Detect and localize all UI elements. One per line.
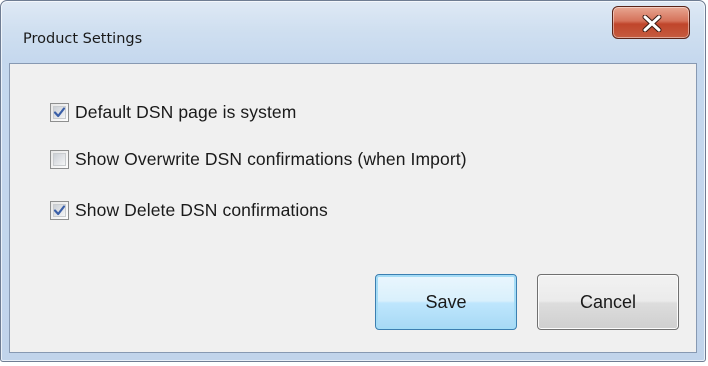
window-title: Product Settings [23, 31, 143, 47]
option-default-dsn-system[interactable]: Default DSN page is system [50, 102, 296, 123]
checkmark-icon [53, 107, 66, 118]
show-overwrite-dsn-checkbox[interactable] [50, 150, 69, 169]
show-delete-dsn-checkbox[interactable] [50, 201, 69, 220]
option-show-delete-dsn[interactable]: Show Delete DSN confirmations [50, 200, 328, 221]
option-label: Default DSN page is system [75, 102, 297, 122]
close-x-icon [642, 15, 662, 32]
option-show-overwrite-dsn[interactable]: Show Overwrite DSN confirmations (when I… [50, 149, 467, 170]
checkmark-icon [53, 205, 66, 216]
save-button[interactable]: Save [375, 274, 517, 330]
option-label: Show Overwrite DSN confirmations (when I… [75, 149, 467, 169]
default-dsn-checkbox[interactable] [50, 103, 69, 122]
option-label: Show Delete DSN confirmations [75, 200, 328, 220]
close-button[interactable] [612, 6, 690, 39]
cancel-button[interactable]: Cancel [537, 274, 679, 330]
